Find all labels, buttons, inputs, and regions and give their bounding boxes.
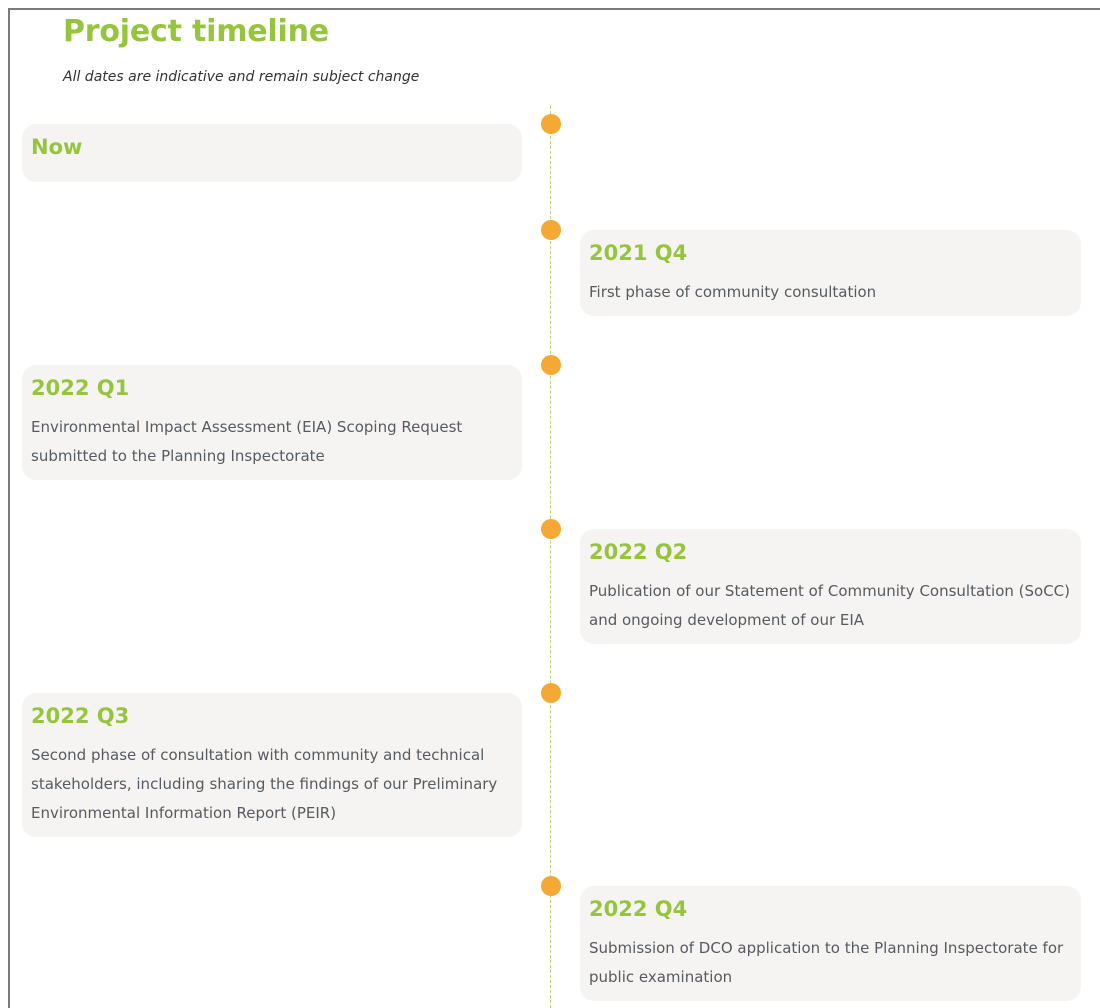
- timeline-card-now: Now: [22, 124, 522, 182]
- timeline-card-heading: 2022 Q2: [589, 540, 688, 564]
- timeline-card-2022-q1: 2022 Q1 Environmental Impact Assessment …: [22, 365, 522, 480]
- timeline-card-text: First phase of community consultation: [589, 283, 877, 301]
- timeline-card-heading: 2021 Q4: [589, 241, 688, 265]
- timeline-axis: [550, 106, 551, 1008]
- timeline-card-text: Submission of DCO application to the Pla…: [589, 939, 1064, 986]
- timeline-card-text: Second phase of consultation with commun…: [31, 746, 498, 822]
- timeline-card-2022-q4: 2022 Q4 Submission of DCO application to…: [580, 886, 1081, 1001]
- timeline-marker-icon: [541, 683, 561, 703]
- timeline-marker-icon: [541, 355, 561, 375]
- timeline-marker-icon: [541, 114, 561, 134]
- timeline-marker-icon: [541, 519, 561, 539]
- timeline-card-2022-q3: 2022 Q3 Second phase of consultation wit…: [22, 693, 522, 837]
- timeline-card-text: Environmental Impact Assessment (EIA) Sc…: [31, 418, 463, 465]
- timeline-card-text: Publication of our Statement of Communit…: [589, 582, 1071, 629]
- timeline-marker-icon: [541, 876, 561, 896]
- page-subtitle: All dates are indicative and remain subj…: [63, 69, 420, 85]
- timeline-marker-icon: [541, 220, 561, 240]
- timeline-card-2022-q2: 2022 Q2 Publication of our Statement of …: [580, 529, 1081, 644]
- timeline-card-heading: Now: [31, 135, 83, 159]
- page-title: Project timeline: [63, 14, 329, 49]
- timeline-card-2021-q4: 2021 Q4 First phase of community consult…: [580, 230, 1081, 316]
- timeline-card-heading: 2022 Q3: [31, 704, 130, 728]
- timeline-card-heading: 2022 Q1: [31, 376, 130, 400]
- timeline-card-heading: 2022 Q4: [589, 897, 688, 921]
